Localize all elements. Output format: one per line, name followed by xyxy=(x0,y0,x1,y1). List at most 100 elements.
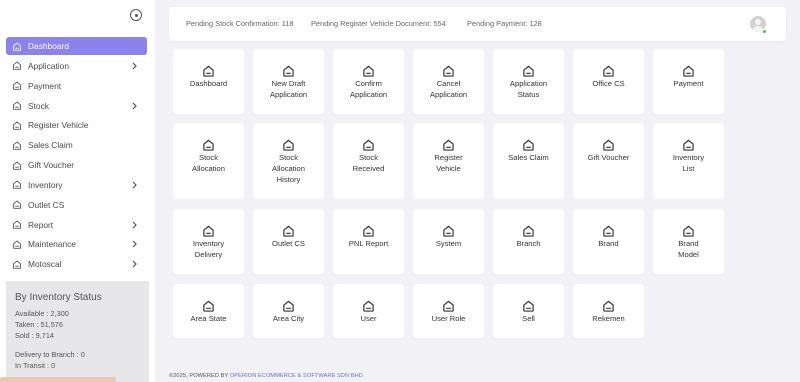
sidebar-item-gift-voucher[interactable]: Gift Voucher xyxy=(6,156,147,174)
tile-rekemen[interactable]: Rekemen xyxy=(573,284,644,338)
tile-label: Gift Voucher xyxy=(587,153,630,162)
collapse-sidebar-icon[interactable] xyxy=(130,9,142,21)
tile-label: Delivery xyxy=(194,249,223,259)
tile-label: Brand xyxy=(678,239,699,248)
tile-stock-allocation[interactable]: Stock Allocation xyxy=(173,123,244,199)
inventory-status-title: By Inventory Status xyxy=(15,292,102,303)
tile-new-draft-application[interactable]: New Draft Application xyxy=(253,49,324,114)
chevron-right-icon xyxy=(132,181,137,189)
home-icon xyxy=(443,225,454,237)
tile-office-cs[interactable]: Office CS xyxy=(573,49,644,114)
sidebar-item-label: Inventory xyxy=(28,179,63,190)
sidebar-item-label: Report xyxy=(28,219,54,230)
tile-label: Sales Claim xyxy=(508,153,549,162)
sidebar-item-report[interactable]: Report xyxy=(6,216,147,234)
home-icon xyxy=(603,65,614,77)
tile-label: Register xyxy=(434,153,463,162)
footer-company[interactable]: OPERION ECOMMERCE & SOFTWARE SDN BHD xyxy=(230,373,363,379)
home-icon xyxy=(603,225,614,237)
home-icon xyxy=(283,139,294,151)
home-icon xyxy=(523,225,534,237)
sidebar-item-label: Motoscal xyxy=(28,259,62,270)
sidebar-item-label: Dashboard xyxy=(28,41,69,51)
tile-label: Outlet CS xyxy=(272,239,305,248)
tile-label: System xyxy=(435,239,462,248)
home-icon xyxy=(203,300,214,312)
tile-inventory-delivery[interactable]: Inventory Delivery xyxy=(173,209,244,274)
footer-prefix: ©2025, POWERED BY xyxy=(169,373,230,379)
home-icon xyxy=(683,139,694,151)
sidebar-item-payment[interactable]: Payment xyxy=(6,77,147,95)
home-icon xyxy=(13,141,21,150)
tile-register-vehicle[interactable]: Register Vehicle xyxy=(413,123,484,199)
home-icon xyxy=(363,300,374,312)
tile-cancel-application[interactable]: Cancel Application xyxy=(413,49,484,114)
tile-application-status[interactable]: Application Status xyxy=(493,49,564,114)
tile-confirm-application[interactable]: Confirm Application xyxy=(333,49,404,114)
tile-dashboard[interactable]: Dashboard xyxy=(173,49,244,114)
tile-stock-allocation-history[interactable]: Stock Allocation History xyxy=(253,123,324,199)
sidebar-item-label: Outlet CS xyxy=(28,199,65,210)
tile-payment[interactable]: Payment xyxy=(653,49,724,114)
pending-stock-confirmation[interactable]: Pending Stock Confirmation: 118 xyxy=(186,19,294,28)
pending-register-vehicle-document[interactable]: Pending Register Vehicle Document: 554 xyxy=(311,19,446,28)
inventory-available: Available : 2,300 xyxy=(15,309,69,318)
tile-label: Stock xyxy=(279,153,298,162)
footer: ©2025, POWERED BY OPERION ECOMMERCE & SO… xyxy=(169,373,363,379)
online-status-dot xyxy=(762,29,767,34)
home-icon xyxy=(203,225,214,237)
inventory-delivery-to-branch: Delivery to Branch : 0 xyxy=(15,350,85,359)
sidebar-item-sales-claim[interactable]: Sales Claim xyxy=(6,136,147,154)
tile-label: History xyxy=(276,174,301,184)
chevron-right-icon xyxy=(132,260,137,268)
home-icon xyxy=(443,139,454,151)
home-icon xyxy=(523,300,534,312)
home-icon xyxy=(283,300,294,312)
sidebar-item-inventory[interactable]: Inventory xyxy=(6,176,147,194)
sidebar-item-outlet-cs[interactable]: Outlet CS xyxy=(6,196,147,214)
home-icon xyxy=(203,65,214,77)
sidebar: Dashboard Application Payment Stock Register… xyxy=(0,0,155,382)
tile-label: Model xyxy=(678,249,699,259)
tile-label: Application xyxy=(429,89,468,99)
tile-brand-model[interactable]: Brand Model xyxy=(653,209,724,274)
tile-user[interactable]: User xyxy=(333,284,404,338)
home-icon xyxy=(603,300,614,312)
tile-area-city[interactable]: Area City xyxy=(253,284,324,338)
tile-label: Inventory xyxy=(672,153,705,162)
sidebar-item-stock[interactable]: Stock xyxy=(6,97,147,115)
sidebar-item-motoscal[interactable]: Motoscal xyxy=(6,255,147,273)
tile-label: Stock xyxy=(199,153,218,162)
tile-gift-voucher[interactable]: Gift Voucher xyxy=(573,123,644,199)
tile-label: Received xyxy=(352,163,385,173)
tile-label: Branch xyxy=(516,239,541,248)
tile-system[interactable]: System xyxy=(413,209,484,274)
tile-sell[interactable]: Sell xyxy=(493,284,564,338)
sidebar-nav: Dashboard Application Payment Stock Register… xyxy=(6,37,147,275)
tile-user-role[interactable]: User Role xyxy=(413,284,484,338)
tile-sales-claim[interactable]: Sales Claim xyxy=(493,123,564,199)
tile-label: Allocation xyxy=(192,163,225,173)
sidebar-item-label: Sales Claim xyxy=(28,140,73,151)
tile-label: Cancel xyxy=(436,79,461,88)
tile-inventory-list[interactable]: Inventory List xyxy=(653,123,724,199)
tile-label: Sell xyxy=(522,314,535,323)
tile-stock-received[interactable]: Stock Received xyxy=(333,123,404,199)
home-icon xyxy=(13,81,21,90)
tile-area-state[interactable]: Area State xyxy=(173,284,244,338)
sidebar-item-dashboard[interactable]: Dashboard xyxy=(6,37,147,55)
tile-outlet-cs[interactable]: Outlet CS xyxy=(253,209,324,274)
sidebar-item-application[interactable]: Application xyxy=(6,57,147,75)
home-icon xyxy=(443,300,454,312)
pending-payment[interactable]: Pending Payment: 128 xyxy=(467,19,542,28)
sidebar-item-label: Maintenance xyxy=(28,239,76,250)
home-icon xyxy=(363,139,374,151)
bottom-tag xyxy=(0,377,116,382)
tile-branch[interactable]: Branch xyxy=(493,209,564,274)
tile-label: List xyxy=(682,163,695,173)
tile-brand[interactable]: Brand xyxy=(573,209,644,274)
sidebar-item-maintenance[interactable]: Maintenance xyxy=(6,235,147,253)
tile-label: Rekemen xyxy=(592,314,625,323)
sidebar-item-register-vehicle[interactable]: Register Vehicle xyxy=(6,116,147,134)
tile-pnl-report[interactable]: PNL Report xyxy=(333,209,404,274)
